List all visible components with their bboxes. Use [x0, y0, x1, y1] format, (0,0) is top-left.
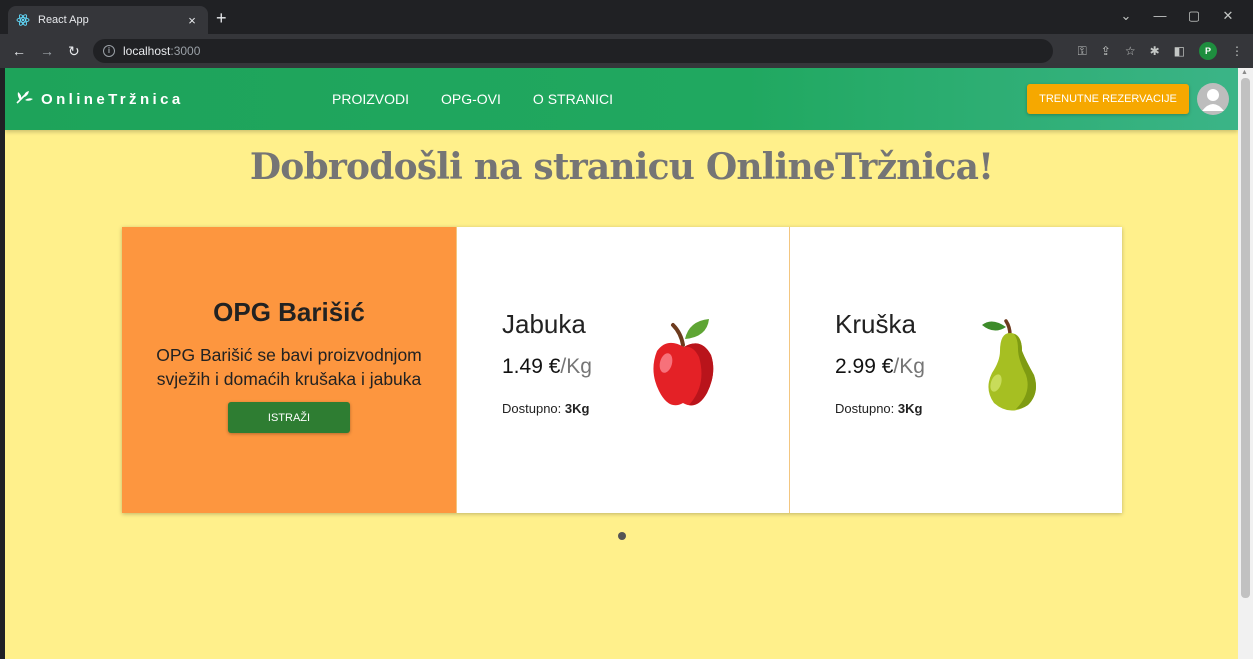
product-card-jabuka[interactable]: Jabuka 1.49 €/Kg Dostupno: 3Kg: [456, 227, 789, 513]
product-name: Jabuka: [502, 309, 586, 339]
availability-label: Dostupno:: [502, 401, 562, 416]
farm-description: OPG Barišić se bavi proizvodnjom svježih…: [156, 345, 422, 389]
forward-icon[interactable]: →: [40, 43, 54, 59]
user-avatar-icon[interactable]: [1197, 83, 1229, 115]
site-info-icon[interactable]: i: [103, 45, 115, 57]
farm-card: OPG Barišić OPG Barišić se bavi proizvod…: [122, 227, 456, 513]
menu-icon[interactable]: ⋮: [1231, 44, 1243, 58]
share-icon[interactable]: ⇪: [1101, 44, 1111, 58]
url-port: :3000: [170, 44, 201, 58]
product-card-kruska[interactable]: Kruška 2.99 €/Kg Dostupno: 3Kg: [789, 227, 1122, 513]
brand[interactable]: OnlineTržnica: [15, 90, 184, 109]
extensions-icon[interactable]: ✱: [1150, 44, 1160, 58]
nav-link-opg-ovi[interactable]: OPG-OVI: [441, 91, 501, 107]
farm-name: OPG Barišić: [213, 297, 365, 327]
window-controls: ⌄ — ▢ ✕: [1109, 5, 1245, 27]
price-value: 1.49 €: [502, 355, 561, 378]
page-title: Dobrodošli na stranicu OnlineTržnica!: [249, 146, 994, 188]
key-icon[interactable]: ⚿: [1078, 44, 1087, 59]
explore-button[interactable]: ISTRAŽI: [228, 402, 350, 433]
availability-value: 3Kg: [564, 401, 590, 416]
browser-tab[interactable]: React App ×: [8, 6, 208, 34]
scroll-up-icon[interactable]: ▲: [1241, 69, 1248, 76]
side-panel-icon[interactable]: ◧: [1174, 44, 1185, 58]
new-tab-icon[interactable]: +: [216, 9, 227, 27]
browser-toolbar: ← → ↻ i localhost:3000 ⚿ ⇪ ☆ ✱ ◧ P ⋮: [0, 34, 1253, 68]
scrollbar-thumb[interactable]: [1241, 78, 1250, 598]
brand-name: OnlineTržnica: [41, 91, 184, 108]
profile-avatar[interactable]: P: [1199, 42, 1217, 60]
nav-link-proizvodi[interactable]: PROIZVODI: [332, 91, 409, 107]
leaf-icon: [15, 90, 35, 109]
product-availability: Dostupno: 3Kg: [835, 401, 922, 416]
product-name: Kruška: [835, 309, 916, 339]
availability-value: 3Kg: [897, 401, 923, 416]
address-bar[interactable]: i localhost:3000: [93, 39, 1053, 63]
app-navbar: OnlineTržnica PROIZVODI OPG-OVI O STRANI…: [5, 68, 1238, 130]
product-carousel: OPG Barišić OPG Barišić se bavi proizvod…: [122, 227, 1122, 513]
apple-icon: [649, 315, 719, 420]
react-icon: [16, 13, 30, 27]
current-reservations-button[interactable]: TRENUTNE REZERVACIJE: [1027, 84, 1189, 114]
pear-icon: [978, 313, 1048, 418]
tab-search-icon[interactable]: ⌄: [1109, 5, 1143, 27]
tab-title: React App: [38, 14, 89, 26]
toolbar-icons: ⚿ ⇪ ☆ ✱ ◧ P ⋮: [1078, 42, 1243, 60]
product-price: 2.99 €/Kg: [835, 355, 925, 379]
price-unit: /Kg: [893, 355, 925, 378]
page-scrollbar[interactable]: ▲: [1238, 68, 1253, 659]
tab-close-icon[interactable]: ×: [184, 13, 200, 28]
restore-icon[interactable]: ▢: [1177, 5, 1211, 27]
page-viewport: OnlineTržnica PROIZVODI OPG-OVI O STRANI…: [5, 68, 1238, 659]
close-window-icon[interactable]: ✕: [1211, 5, 1245, 27]
minimize-icon[interactable]: —: [1143, 5, 1177, 27]
product-availability: Dostupno: 3Kg: [502, 401, 589, 416]
reload-icon[interactable]: ↻: [68, 43, 80, 59]
url-host: localhost: [123, 44, 171, 58]
main-nav: PROIZVODI OPG-OVI O STRANICI: [332, 91, 613, 107]
product-price: 1.49 €/Kg: [502, 355, 592, 379]
availability-label: Dostupno:: [835, 401, 895, 416]
carousel-indicator-dot[interactable]: [618, 532, 626, 540]
price-unit: /Kg: [560, 355, 592, 378]
nav-link-o-stranici[interactable]: O STRANICI: [533, 91, 613, 107]
star-icon[interactable]: ☆: [1125, 44, 1136, 58]
browser-tabstrip: React App × + ⌄ — ▢ ✕: [0, 0, 1253, 34]
back-icon[interactable]: ←: [12, 43, 26, 59]
price-value: 2.99 €: [835, 355, 894, 378]
